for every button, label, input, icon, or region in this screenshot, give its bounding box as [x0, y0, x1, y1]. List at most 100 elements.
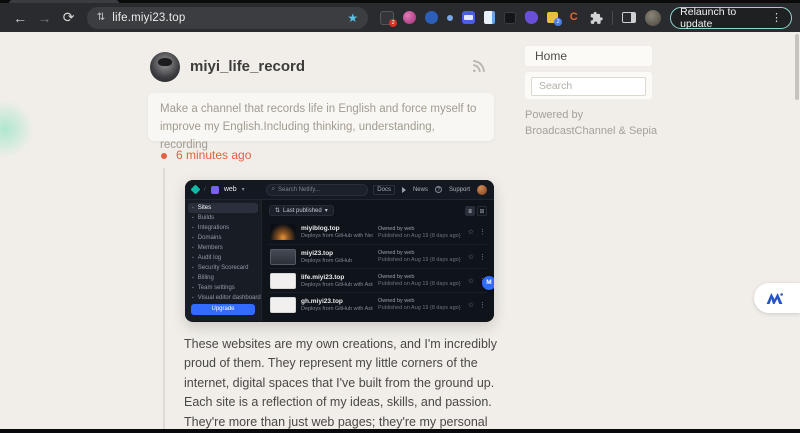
embed-view-toggles: ≡ ⊞	[465, 206, 487, 216]
site-published: Published on Aug 19 (8 days ago)	[378, 281, 463, 287]
docs-link: Docs	[373, 185, 395, 195]
row-menu-icon: ⋮	[479, 228, 486, 236]
rss-icon[interactable]	[472, 59, 486, 78]
item-label: Integrations	[198, 225, 229, 231]
item-label: Team settings	[198, 285, 235, 291]
item-icon: ▪	[192, 225, 194, 231]
item-label: Members	[198, 245, 223, 251]
site-deploy-info: Deploys from GitHub with Next.js	[301, 233, 373, 239]
team-chevron-icon: ▾	[242, 186, 245, 193]
embed-sidebar-item-builds: ▪ Builds	[185, 213, 261, 223]
post-timeline-dot	[161, 153, 167, 159]
star-outline-icon: ☆	[468, 228, 474, 236]
site-name: life.miyi23.top	[301, 274, 373, 281]
site-published: Published on Aug 19 (8 days ago)	[378, 305, 463, 311]
channel-avatar[interactable]	[150, 52, 180, 82]
support-link: Support	[449, 187, 470, 193]
item-icon: ▪	[192, 245, 194, 251]
browser-toolbar: ← → ⟳ ⇅ life.miyi23.top ★ 2 2 C	[0, 3, 800, 32]
site-thumbnail	[270, 249, 296, 265]
row-menu-icon: ⋮	[479, 253, 486, 261]
powered-by-line1: Powered by	[525, 108, 657, 124]
timeline-line	[163, 168, 165, 429]
extension-badge: 2	[389, 19, 397, 27]
mi-logo-icon	[765, 291, 784, 306]
embed-list-toolbar: ⇅ Last published ▾ ≡ ⊞	[269, 205, 487, 216]
extension-icon-10[interactable]: C	[567, 11, 580, 24]
embed-sidebar-item-team-settings: ▪ Team settings	[185, 283, 261, 293]
grid-view-icon: ⊞	[477, 206, 487, 216]
address-bar[interactable]: ⇅ life.miyi23.top ★	[87, 7, 368, 29]
news-icon	[402, 187, 406, 193]
embed-sidebar-item-integrations: ▪ Integrations	[185, 223, 261, 233]
item-icon: ▪	[192, 215, 194, 221]
site-name: miyi23.top	[301, 250, 373, 257]
toolbar-divider	[612, 11, 613, 25]
embed-sort-dropdown: ⇅ Last published ▾	[269, 205, 334, 216]
browser-menu-icon[interactable]: ⋮	[771, 11, 782, 24]
star-outline-icon: ☆	[468, 277, 474, 285]
forward-icon[interactable]: →	[32, 10, 56, 26]
item-icon: ▪	[192, 285, 194, 291]
side-panel-icon[interactable]	[622, 12, 636, 23]
url-text[interactable]: life.miyi23.top	[112, 12, 185, 24]
extension-icon-9[interactable]: 2	[547, 12, 558, 23]
embed-floating-widget: M	[482, 276, 494, 290]
post-body-text: These websites are my own creations, and…	[184, 335, 512, 429]
embed-site-list: miyiblog.top Deploys from GitHub with Ne…	[269, 220, 487, 316]
extension-icon-5[interactable]	[462, 11, 475, 24]
site-info-icon[interactable]: ⇅	[97, 12, 105, 23]
bookmark-star-icon[interactable]: ★	[347, 11, 358, 25]
extensions-puzzle-icon[interactable]	[589, 11, 603, 25]
back-icon[interactable]: ←	[8, 10, 32, 26]
item-label: Builds	[198, 215, 214, 221]
page-scrollbar[interactable]	[795, 34, 799, 100]
powered-by-text: Powered by BroadcastChannel & Sepia	[525, 108, 657, 140]
item-label: Visual editor dashboard	[198, 295, 261, 301]
extension-icon-3[interactable]	[425, 11, 438, 24]
powered-by-line2: BroadcastChannel & Sepia	[525, 124, 657, 140]
extension-icon-7[interactable]	[504, 12, 516, 24]
post-image-dashboard-screenshot[interactable]: / web ▾ ⌕ Search Netlify... Docs News ? …	[185, 180, 494, 322]
extension-badge: 2	[554, 18, 562, 26]
extension-icon-8[interactable]	[525, 11, 538, 24]
star-outline-icon: ☆	[468, 253, 474, 261]
floating-widget-button[interactable]	[754, 283, 800, 313]
item-icon: ▪	[192, 265, 194, 271]
item-icon: ▪	[192, 205, 194, 211]
search-input[interactable]	[531, 77, 646, 96]
breadcrumb-slash: /	[204, 186, 206, 193]
profile-avatar[interactable]	[645, 10, 661, 26]
site-name: miyiblog.top	[301, 225, 373, 232]
extension-icon-4[interactable]	[447, 15, 453, 21]
site-owner: Owned by web	[378, 226, 463, 232]
relaunch-to-update-button[interactable]: Relaunch to update ⋮	[670, 7, 792, 29]
site-published: Published on Aug 19 (8 days ago)	[378, 233, 463, 239]
sort-label: Last published	[283, 208, 322, 214]
sidebar-item-home[interactable]: Home	[525, 46, 652, 66]
site-deploy-info: Deploys from GitHub with Astro	[301, 282, 373, 288]
item-label: Sites	[198, 205, 211, 211]
item-label: Billing	[198, 275, 214, 281]
embed-site-row: gh.miyi23.top Deploys from GitHub with A…	[269, 292, 487, 316]
reload-icon[interactable]: ⟳	[57, 9, 81, 26]
extension-icon-1[interactable]: 2	[380, 11, 394, 25]
embed-body: ▪ Sites ▪ Builds ▪ Integrations ▪Domains ▪ M…	[185, 200, 494, 321]
embed-site-row: miyiblog.top Deploys from GitHub with Ne…	[269, 220, 487, 244]
browser-window: ← → ⟳ ⇅ life.miyi23.top ★ 2 2 C	[0, 0, 800, 433]
site-thumbnail	[270, 224, 296, 240]
sort-icon: ⇅	[275, 207, 280, 214]
embed-sidebar-item-domains: ▪Domains	[185, 233, 261, 243]
embed-user-avatar	[477, 185, 487, 195]
extensions-row: 2 2 C	[380, 10, 661, 26]
embed-sidebar-item-sites: ▪ Sites	[188, 203, 258, 213]
extension-icon-2[interactable]	[403, 11, 416, 24]
site-owner: Owned by web	[378, 274, 463, 280]
team-name: web	[224, 186, 237, 193]
support-icon: ?	[435, 186, 442, 193]
netlify-logo-icon	[191, 185, 201, 195]
extension-icon-6[interactable]	[484, 11, 495, 24]
embed-topnav: Docs News ? Support	[373, 185, 487, 195]
post-timestamp[interactable]: 6 minutes ago	[176, 148, 251, 162]
site-thumbnail	[270, 273, 296, 289]
